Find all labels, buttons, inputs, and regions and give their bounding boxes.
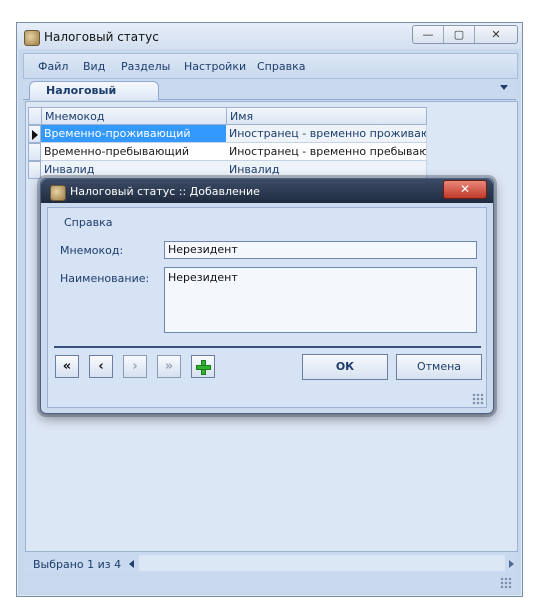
- plus-icon: [196, 359, 211, 375]
- grid-cell-name[interactable]: Иностранец - временно пребывающий: [226, 143, 427, 161]
- grid-corner: [28, 107, 42, 125]
- chevron-down-icon[interactable]: [500, 85, 508, 90]
- double-chevron-left-icon: «: [62, 359, 72, 374]
- next-record-button[interactable]: ›: [123, 355, 147, 378]
- close-button[interactable]: ✕: [475, 26, 517, 43]
- title-bar: Налоговый статус — ▢ ✕: [17, 23, 522, 49]
- scroll-right-icon[interactable]: [509, 560, 514, 568]
- menu-bar: Файл Вид Разделы Настройки Справка: [23, 53, 518, 79]
- divider: [54, 346, 481, 348]
- bottom-bar: [25, 576, 516, 592]
- tab-strip: Налоговый статус: [23, 79, 516, 115]
- add-dialog: Налоговый статус :: Добавление ✕ Справка…: [40, 178, 494, 414]
- grid-cell-name[interactable]: Инвалид: [226, 161, 427, 179]
- name-label: Наименование:: [60, 272, 150, 285]
- mnemo-label: Мнемокод:: [60, 244, 124, 257]
- first-record-button[interactable]: «: [55, 355, 79, 378]
- menu-settings[interactable]: Настройки: [184, 60, 246, 73]
- dialog-body: Справка Мнемокод: Нерезидент Наименовани…: [47, 207, 487, 408]
- double-chevron-right-icon: »: [164, 359, 174, 374]
- column-header-name[interactable]: Имя: [226, 107, 427, 125]
- last-record-button[interactable]: »: [157, 355, 181, 378]
- row-selector[interactable]: [28, 125, 41, 143]
- dialog-title-bar: Налоговый статус :: Добавление ✕: [41, 179, 493, 203]
- grid-cell-mnemo[interactable]: Временно-проживающий: [41, 125, 227, 143]
- row-selector[interactable]: [28, 161, 41, 179]
- window-controls: — ▢ ✕: [412, 25, 518, 44]
- resize-grip-icon[interactable]: [472, 393, 484, 405]
- mnemo-field[interactable]: Нерезидент: [164, 241, 477, 259]
- tab-tax-status[interactable]: Налоговый статус: [29, 81, 159, 115]
- dialog-title: Налоговый статус :: Добавление: [70, 185, 260, 198]
- status-bar: Выбрано 1 из 4: [25, 552, 516, 574]
- scroll-left-icon[interactable]: [129, 560, 134, 568]
- window-title: Налоговый статус: [44, 30, 159, 44]
- prev-record-button[interactable]: ‹: [89, 355, 113, 378]
- grid-cell-name[interactable]: Иностранец - временно проживающий: [226, 125, 427, 143]
- row-selector[interactable]: [28, 143, 41, 161]
- name-field[interactable]: Нерезидент: [164, 267, 477, 333]
- selection-count: Выбрано 1 из 4: [33, 558, 122, 571]
- ok-button[interactable]: ОК: [302, 354, 388, 380]
- menu-help[interactable]: Справка: [257, 60, 305, 73]
- maximize-button[interactable]: ▢: [444, 26, 475, 43]
- cancel-button[interactable]: Отмена: [396, 354, 482, 380]
- help-link[interactable]: Справка: [64, 216, 112, 229]
- minimize-button[interactable]: —: [413, 26, 444, 43]
- resize-grip-icon[interactable]: [500, 577, 512, 589]
- grid-cell-mnemo[interactable]: Временно-пребывающий: [41, 143, 227, 161]
- app-icon: [50, 185, 66, 201]
- current-row-icon: [32, 130, 38, 140]
- chevron-right-icon: ›: [132, 359, 138, 374]
- app-icon: [24, 30, 40, 46]
- menu-sections[interactable]: Разделы: [121, 60, 170, 73]
- column-header-mnemo[interactable]: Мнемокод: [41, 107, 227, 125]
- menu-view[interactable]: Вид: [83, 60, 105, 73]
- chevron-left-icon: ‹: [98, 359, 104, 374]
- menu-file[interactable]: Файл: [38, 60, 68, 73]
- dialog-close-button[interactable]: ✕: [443, 180, 487, 199]
- add-record-button[interactable]: [191, 355, 215, 378]
- grid-cell-mnemo[interactable]: Инвалид: [41, 161, 227, 179]
- horizontal-scrollbar[interactable]: [139, 555, 505, 571]
